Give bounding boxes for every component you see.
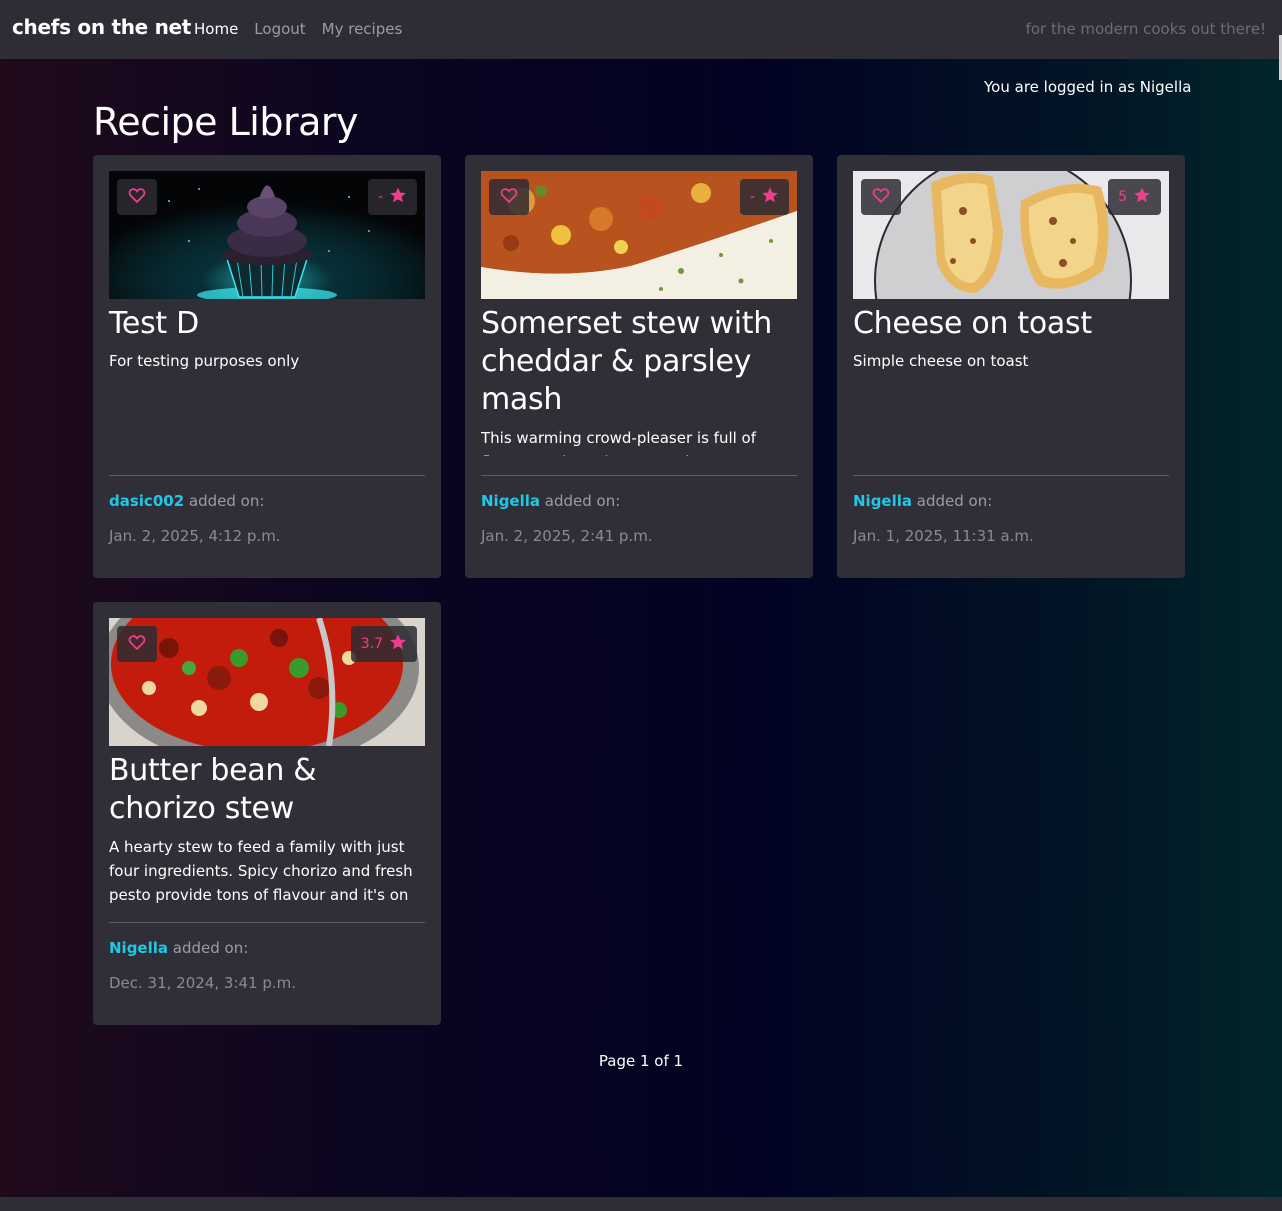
recipe-title[interactable]: Cheese on toast	[853, 305, 1169, 343]
nav-my-recipes-link[interactable]: My recipes	[322, 20, 403, 38]
brand-logo[interactable]: chefs on the net	[12, 15, 191, 39]
recipe-card[interactable]: 5 Cheese on toast Simple cheese on toast…	[837, 155, 1185, 578]
added-label: added on:	[172, 939, 249, 957]
recipe-author: dasic002 added on:	[109, 492, 264, 510]
recipe-card[interactable]: 3.7 Butter bean & chorizo stew A hearty …	[93, 602, 441, 1025]
divider	[853, 475, 1169, 476]
recipe-title[interactable]: Butter bean & chorizo stew	[109, 752, 425, 828]
recipe-description: Simple cheese on toast	[853, 352, 1029, 370]
recipe-title[interactable]: Test D	[109, 305, 425, 343]
star-icon	[1133, 186, 1151, 208]
star-icon	[761, 186, 779, 208]
nav-links: Home Logout My recipes	[194, 20, 402, 38]
tagline: for the modern cooks out there!	[1025, 20, 1266, 38]
recipe-description: A hearty stew to feed a family with just…	[109, 838, 413, 904]
star-icon	[389, 186, 407, 208]
nav-logout-link[interactable]: Logout	[254, 20, 305, 38]
nav-home-link[interactable]: Home	[194, 20, 238, 38]
recipe-author: Nigella added on:	[109, 939, 248, 957]
rating-badge: 3.7	[350, 626, 417, 662]
recipe-description: For testing purposes only	[109, 352, 300, 370]
author-name[interactable]: Nigella	[853, 492, 912, 510]
recipe-card[interactable]: - Test D For testing purposes only dasic…	[93, 155, 441, 578]
recipe-image[interactable]: 5	[853, 171, 1169, 299]
added-label: added on:	[188, 492, 265, 510]
recipe-author: Nigella added on:	[853, 492, 992, 510]
navbar: chefs on the net Home Logout My recipes …	[0, 0, 1282, 59]
author-name[interactable]: Nigella	[109, 939, 168, 957]
recipe-card[interactable]: - Somerset stew with cheddar & parsley m…	[465, 155, 813, 578]
recipe-date: Jan. 2, 2025, 4:12 p.m.	[109, 527, 281, 545]
recipe-image[interactable]: -	[481, 171, 797, 299]
author-name[interactable]: dasic002	[109, 492, 184, 510]
heart-icon	[128, 187, 146, 207]
rating-value: 5	[1118, 189, 1127, 205]
recipe-date: Jan. 1, 2025, 11:31 a.m.	[853, 527, 1034, 545]
author-name[interactable]: Nigella	[481, 492, 540, 510]
divider	[109, 922, 425, 923]
rating-value: 3.7	[360, 636, 383, 652]
recipe-description: This warming crowd-pleaser is full of fl…	[481, 429, 780, 456]
added-label: added on:	[544, 492, 621, 510]
divider	[109, 475, 425, 476]
divider	[481, 475, 797, 476]
rating-badge: -	[739, 179, 789, 215]
heart-icon	[500, 187, 518, 207]
heart-icon	[128, 634, 146, 654]
favorite-button[interactable]	[117, 626, 157, 662]
recipe-date: Dec. 31, 2024, 3:41 p.m.	[109, 974, 297, 992]
added-label: added on:	[916, 492, 993, 510]
favorite-button[interactable]	[117, 179, 157, 215]
recipe-title[interactable]: Somerset stew with cheddar & parsley mas…	[481, 305, 797, 419]
recipe-author: Nigella added on:	[481, 492, 620, 510]
footer	[0, 1197, 1282, 1211]
page-title: Recipe Library	[93, 100, 358, 144]
rating-value: -	[749, 189, 755, 205]
recipe-date: Jan. 2, 2025, 2:41 p.m.	[481, 527, 653, 545]
favorite-button[interactable]	[489, 179, 529, 215]
rating-value: -	[377, 189, 383, 205]
recipe-image[interactable]: 3.7	[109, 618, 425, 746]
recipe-image[interactable]: -	[109, 171, 425, 299]
login-status: You are logged in as Nigella	[984, 78, 1192, 96]
favorite-button[interactable]	[861, 179, 901, 215]
star-icon	[389, 633, 407, 655]
pagination: Page 1 of 1	[598, 1052, 684, 1070]
rating-badge: 5	[1108, 179, 1161, 215]
rating-badge: -	[367, 179, 417, 215]
heart-icon	[872, 187, 890, 207]
